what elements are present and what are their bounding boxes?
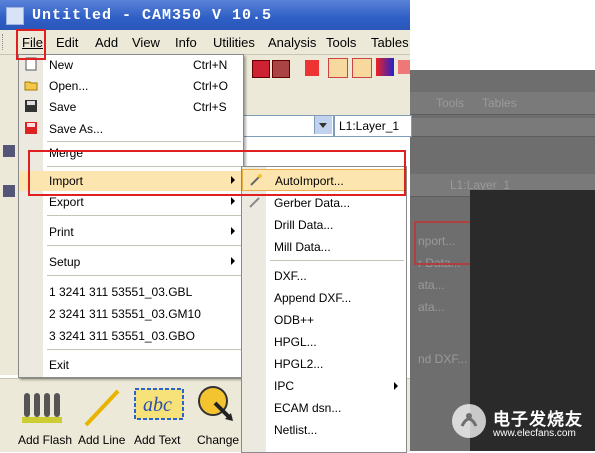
app-icon [6, 7, 24, 25]
text-abc-icon[interactable]: abc [134, 385, 184, 425]
submenu-arrow-icon [231, 257, 235, 265]
grid-icon[interactable] [328, 58, 348, 78]
menu-separator [47, 215, 241, 216]
grid-icon[interactable] [352, 58, 372, 78]
tool-label-add-text: Add Text [134, 433, 181, 447]
flash-icon[interactable] [20, 387, 64, 429]
tool-icon[interactable] [3, 185, 15, 197]
window-title: Untitled - CAM350 V 10.5 [32, 7, 273, 24]
submenu-arrow-icon [394, 382, 398, 390]
menubar-grip [2, 34, 6, 50]
submenu-arrow-icon [231, 227, 235, 235]
toolbar-tool-icon[interactable] [252, 60, 270, 78]
chevron-down-icon[interactable] [314, 116, 332, 134]
menu-info[interactable]: Info [175, 35, 197, 50]
watermark-logo [452, 404, 486, 438]
menu-add[interactable]: Add [95, 35, 118, 50]
menu-item-setup[interactable]: Setup [19, 252, 243, 272]
layer-select[interactable]: L1:Layer_1 [334, 115, 412, 137]
menu-edit[interactable]: Edit [56, 35, 78, 50]
menu-separator [47, 275, 241, 276]
open-folder-icon [24, 78, 38, 92]
save-as-icon [24, 121, 38, 135]
gerber-icon [248, 195, 262, 209]
submenu-arrow-icon [231, 197, 235, 205]
submenu-item-append-dxf[interactable]: Append DXF... [242, 287, 406, 309]
line-icon[interactable] [80, 387, 124, 429]
menu-item-save-as[interactable]: Save As... [19, 119, 243, 139]
menu-item-new[interactable]: New Ctrl+N [19, 55, 243, 75]
submenu-item-hpgl2[interactable]: HPGL2... [242, 353, 406, 375]
submenu-item-ecam[interactable]: ECAM dsn... [242, 397, 406, 419]
submenu-item-mill[interactable]: Mill Data... [242, 236, 406, 258]
red-annotation-import [28, 150, 406, 196]
menu-separator [47, 245, 241, 246]
red-annotation-file [16, 29, 46, 60]
svg-text:abc: abc [143, 394, 172, 416]
menu-item-recent-3[interactable]: 3 3241 311 53551_03.GBO [19, 326, 243, 346]
ghost-item: ata... [418, 278, 445, 292]
menu-separator [47, 141, 241, 142]
submenu-item-hpgl[interactable]: HPGL... [242, 331, 406, 353]
menu-bar: File Edit Add View Info Utilities Analys… [0, 30, 410, 55]
left-icon-strip [0, 115, 19, 375]
ghost-item: ata... [418, 300, 445, 314]
toolbar-tool-icon[interactable] [305, 60, 319, 76]
title-bar: Untitled - CAM350 V 10.5 [0, 0, 410, 30]
menu-item-exit[interactable]: Exit [19, 355, 243, 375]
submenu-item-drill[interactable]: Drill Data... [242, 214, 406, 236]
toolbar-tool-icon[interactable] [398, 60, 410, 74]
submenu-item-odb[interactable]: ODB++ [242, 309, 406, 331]
menu-separator [47, 349, 241, 350]
menu-tables[interactable]: Tables [371, 35, 409, 50]
submenu-item-ipc[interactable]: IPC [242, 375, 406, 397]
toolbar-tool-icon[interactable] [272, 60, 290, 78]
ghost-item: nd DXF... [418, 352, 468, 366]
tool-label-add-line: Add Line [78, 433, 126, 447]
color-icon[interactable] [376, 58, 394, 76]
menu-analysis[interactable]: Analysis [268, 35, 316, 50]
menu-item-print[interactable]: Print [19, 222, 243, 242]
change-pads-icon[interactable] [195, 383, 237, 427]
import-submenu: AutoImport... Gerber Data... Drill Data.… [241, 166, 407, 453]
menu-item-recent-2[interactable]: 2 3241 311 53551_03.GM10 [19, 304, 243, 324]
menu-item-save[interactable]: Save Ctrl+S [19, 97, 243, 117]
menu-separator [270, 260, 404, 261]
tool-label-add-flash: Add Flash [18, 433, 73, 447]
ghost-menu-tools: Tools [436, 96, 465, 110]
menu-item-open[interactable]: Open... Ctrl+O [19, 76, 243, 96]
ghost-menu-tables: Tables [482, 96, 517, 110]
watermark-url: www.elecfans.com [493, 428, 576, 439]
menu-view[interactable]: View [132, 35, 160, 50]
menu-tools[interactable]: Tools [326, 35, 356, 50]
watermark-name: 电子发烧友 [493, 410, 583, 429]
tool-icon[interactable] [3, 145, 15, 157]
menu-utilities[interactable]: Utilities [213, 35, 255, 50]
submenu-item-netlist[interactable]: Netlist... [242, 419, 406, 441]
save-disk-icon [24, 99, 38, 113]
menu-item-recent-1[interactable]: 1 3241 311 53551_03.GBL [19, 282, 243, 302]
ghost-toolbar [410, 118, 595, 137]
file-menu: New Ctrl+N Open... Ctrl+O Save Ctrl+S Save … [18, 54, 244, 378]
submenu-item-dxf[interactable]: DXF... [242, 265, 406, 287]
